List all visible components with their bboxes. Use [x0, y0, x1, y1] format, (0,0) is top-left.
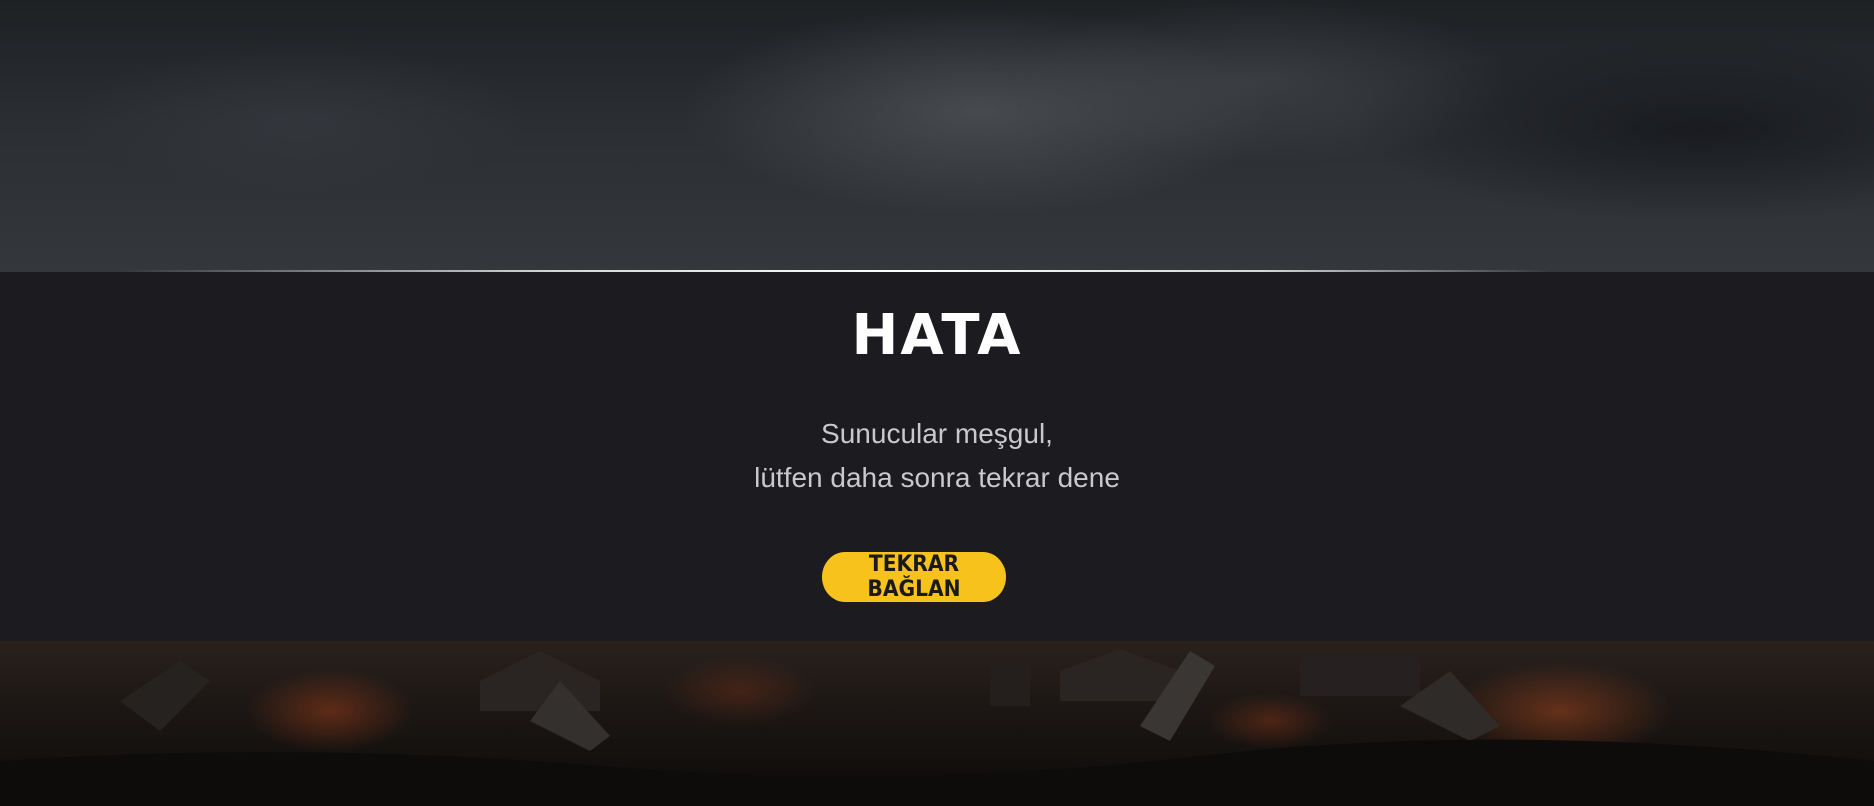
- ruined-house-right: [1300, 656, 1420, 696]
- error-message-line-1: Sunucular meşgul,: [821, 418, 1053, 449]
- error-screen: HATA Sunucular meşgul, lütfen daha sonra…: [0, 0, 1874, 806]
- reconnect-button[interactable]: TEKRAR BAĞLAN: [822, 552, 1006, 602]
- error-title: HATA: [851, 303, 1023, 368]
- error-panel: HATA Sunucular meşgul, lütfen daha sonra…: [0, 272, 1874, 641]
- watchtower: [990, 661, 1030, 706]
- stormy-sky-background: [0, 0, 1874, 272]
- battlefield-debris: [0, 649, 1874, 806]
- rubble-foreground: [0, 739, 1874, 806]
- error-message: Sunucular meşgul, lütfen daha sonra tekr…: [0, 412, 1874, 500]
- ruined-house-left: [480, 651, 600, 711]
- error-message-line-2: lütfen daha sonra tekrar dene: [754, 462, 1120, 493]
- barricade-far-left: [120, 661, 210, 731]
